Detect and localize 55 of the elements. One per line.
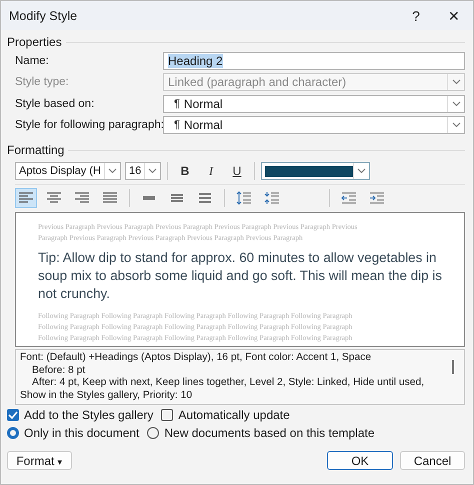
preview-sample-text: Tip: Allow dip to stand for approx. 60 minutes to allow vegetables in soup mix to absorb some liquid and go soft. This will mean the dip is not crunchy. xyxy=(38,249,443,303)
section-heading: Properties xyxy=(7,35,62,49)
field-value: Heading 2 xyxy=(168,54,223,68)
pilcrow-icon: ¶ xyxy=(174,119,180,132)
cancel-button[interactable]: Cancel xyxy=(400,451,465,470)
underline-button[interactable]: U xyxy=(226,161,248,181)
field-label: Name: xyxy=(15,54,50,67)
field-value: Linked (paragraph and character) xyxy=(168,75,346,90)
window-title: Modify Style xyxy=(9,8,78,22)
size-dropdown[interactable]: 16 xyxy=(125,162,161,180)
chevron-icon xyxy=(108,168,117,174)
align-left-icon xyxy=(18,191,34,205)
chevron-icon xyxy=(452,122,460,128)
align-left-button[interactable] xyxy=(15,188,37,208)
style-dropdown[interactable]: ¶ Normal xyxy=(163,116,465,134)
pilcrow-icon: ¶ xyxy=(174,98,180,110)
format-button[interactable]: Format ▾ xyxy=(7,451,72,470)
section-heading: Formatting xyxy=(7,143,64,157)
justify-icon xyxy=(102,191,118,205)
help-button[interactable]: ? xyxy=(397,1,435,30)
description-text: Show in the Styles gallery, Priority: 10 xyxy=(20,390,192,402)
description-text: After: 4 pt, Keep with next, Keep lines together, Level 2, Style: Linked, Hide until used, xyxy=(31,377,424,390)
color-dropdown[interactable] xyxy=(261,162,370,180)
style-dropdown[interactable]: ¶ Normal xyxy=(163,94,465,113)
chevron-icon xyxy=(357,168,366,174)
align-right-icon xyxy=(74,191,90,205)
font-name: Aptos Display (H xyxy=(18,165,102,177)
field-label: Style based on: xyxy=(15,98,96,110)
space-decrease-icon xyxy=(264,191,280,205)
checkbox[interactable] xyxy=(7,408,19,420)
space-increase-icon xyxy=(236,191,252,205)
field-label: Style for following paragraph: xyxy=(15,119,163,132)
radio-button[interactable] xyxy=(7,426,19,438)
scrollbar-thumb[interactable] xyxy=(452,360,454,374)
double-spacing-icon xyxy=(197,191,213,205)
chevron-icon xyxy=(452,100,460,107)
field-value: Normal xyxy=(184,118,223,132)
font-size: 16 xyxy=(128,165,142,177)
indent-increase-icon xyxy=(369,191,385,205)
description-text: Before: 8 pt xyxy=(31,364,86,377)
checkbox[interactable] xyxy=(161,408,174,420)
description-text: Font: (Default) +Headings (Aptos Display), 16 pt, Font color: Accent 1, Space xyxy=(20,352,372,364)
font-dropdown[interactable]: Aptos Display (H xyxy=(15,162,121,180)
chevron-icon xyxy=(452,79,460,86)
radio-button[interactable] xyxy=(147,426,160,438)
close-button[interactable]: ✕ xyxy=(435,1,473,30)
italic-button[interactable]: I xyxy=(200,161,222,181)
indent-decrease-icon xyxy=(341,191,357,205)
align-center-icon xyxy=(46,191,62,205)
field-value: Normal xyxy=(184,96,223,111)
field-label: Style type: xyxy=(15,76,70,88)
name-field[interactable]: Heading 2 xyxy=(163,52,465,70)
ok-button[interactable]: OK xyxy=(327,451,393,470)
chevron-icon xyxy=(148,168,158,174)
bold-button[interactable]: B xyxy=(174,161,196,181)
